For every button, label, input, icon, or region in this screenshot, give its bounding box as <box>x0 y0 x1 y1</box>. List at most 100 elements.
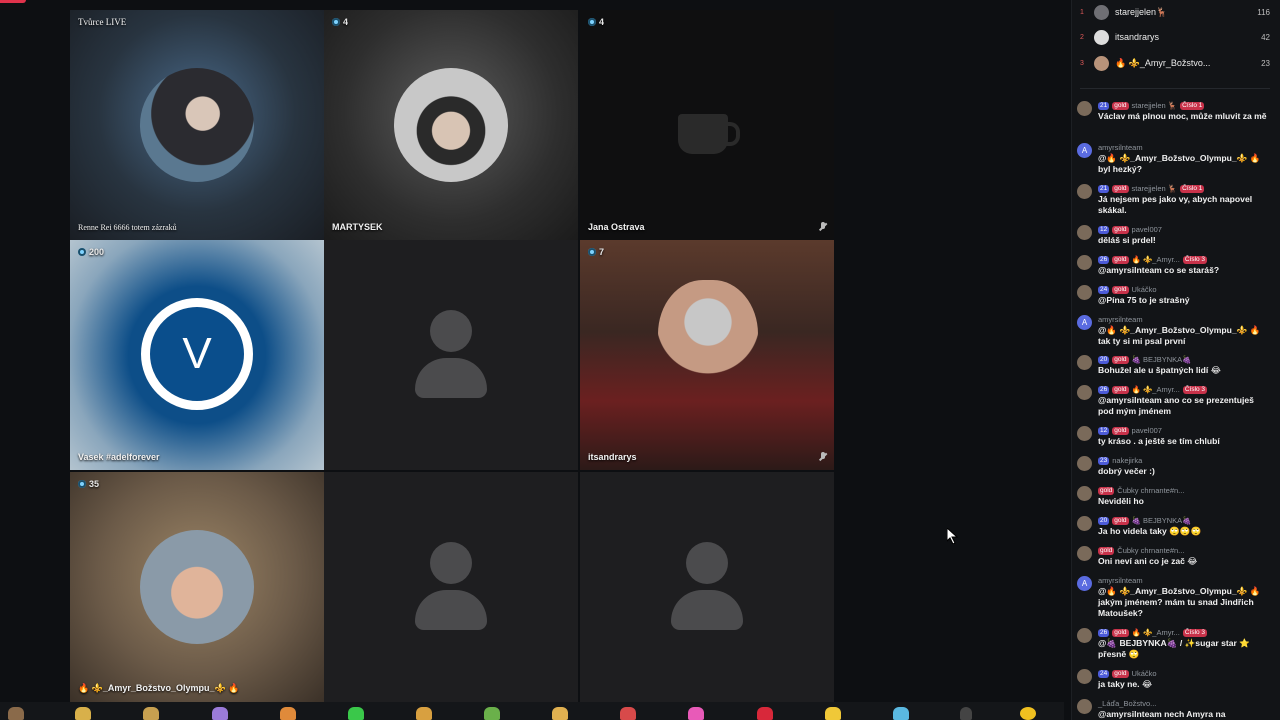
avatar[interactable] <box>1077 546 1092 561</box>
video-tile-martysek[interactable]: 4 MARTYSEK <box>324 10 578 240</box>
chevron-up-icon[interactable] <box>960 707 972 720</box>
avatar[interactable] <box>1077 255 1092 270</box>
video-tile-host[interactable]: Tvůrce LIVE Renne Rei 6666 totem zázraků <box>70 10 324 240</box>
video-tile-jana[interactable]: 4 Jana Ostrava <box>580 10 834 240</box>
gift-icon[interactable] <box>484 707 500 720</box>
avatar <box>1094 29 1109 45</box>
avatar[interactable] <box>1077 426 1092 441</box>
chat-username[interactable]: pavel007 <box>1132 425 1162 436</box>
viewers-icon <box>78 248 86 256</box>
avatar[interactable]: A <box>1077 143 1092 158</box>
gold-badge: gold <box>1112 426 1129 435</box>
avatar[interactable] <box>1077 516 1092 531</box>
video-tile-amyr[interactable]: 35 🔥 ⚜️_Amyr_Božstvo_Olympu_⚜️ 🔥 <box>70 472 324 702</box>
host-avatar <box>140 68 254 182</box>
gift-icon[interactable] <box>825 707 841 720</box>
chat-username[interactable]: starejjelen 🦌 <box>1132 100 1178 111</box>
chat-panel: 1 starejjelen🦌 116 2 itsandrarys 42 3 🔥 … <box>1071 0 1280 720</box>
chat-username[interactable]: starejjelen 🦌 <box>1132 183 1178 194</box>
gift-icon[interactable] <box>688 707 704 720</box>
leaderboard-row[interactable]: 2 itsandrarys 42 <box>1080 27 1270 47</box>
chat-username[interactable]: 🔥 ⚜️_Amyr... <box>1132 384 1180 395</box>
level-badge: 23 <box>1098 456 1110 465</box>
message-header: gold Čubky chrnante#n... <box>1098 485 1184 496</box>
avatar[interactable] <box>1077 101 1092 116</box>
chat-text: @🔥 ⚜️_Amyr_Božstvo_Olympu_⚜️ 🔥 byl hezký… <box>1098 153 1261 174</box>
gift-icon[interactable] <box>212 707 228 720</box>
gold-badge: gold <box>1112 669 1129 678</box>
chat-username[interactable]: pavel007 <box>1132 224 1162 235</box>
avatar[interactable] <box>1077 699 1092 714</box>
message-header: amyrsilnteam <box>1098 575 1143 586</box>
video-tile-empty[interactable] <box>324 240 578 470</box>
gift-icon[interactable] <box>75 707 91 720</box>
chat-username[interactable]: Čubky chrnante#n... <box>1117 485 1184 496</box>
gold-badge: gold <box>1098 486 1115 495</box>
chat-username[interactable]: 🍇 BEJBYNKA🍇 <box>1132 515 1192 526</box>
level-badge: 12 <box>1098 225 1110 234</box>
live-creator-label: Tvůrce LIVE <box>78 17 127 27</box>
level-badge: 20 <box>1098 516 1110 525</box>
message-header: 24 gold Ukáčko <box>1098 284 1157 295</box>
gift-icon[interactable] <box>348 707 364 720</box>
chat-username[interactable]: 🔥 ⚜️_Amyr... <box>1132 627 1180 638</box>
gold-badge: gold <box>1112 355 1129 364</box>
chat-username[interactable]: Ukáčko <box>1132 668 1157 679</box>
user-placeholder-icon <box>686 542 728 584</box>
avatar[interactable]: A <box>1077 576 1092 591</box>
leaderboard-row[interactable]: 1 starejjelen🦌 116 <box>1080 2 1270 22</box>
gift-icon[interactable] <box>416 707 432 720</box>
rank-badge: Číslo 1 <box>1180 101 1205 110</box>
gift-icon[interactable] <box>552 707 568 720</box>
chat-text: dobrý večer :) <box>1098 466 1155 476</box>
user-placeholder-icon <box>430 310 472 352</box>
video-tile-empty[interactable] <box>580 472 834 702</box>
level-badge: 24 <box>1098 669 1110 678</box>
video-tile-itsandrarys[interactable]: 7 itsandrarys <box>580 240 834 470</box>
level-badge: 26 <box>1098 628 1110 637</box>
gift-icon[interactable] <box>893 707 909 720</box>
chat-username[interactable]: amyrsilnteam <box>1098 314 1143 325</box>
chat-username[interactable]: Ukáčko <box>1132 284 1157 295</box>
chat-username[interactable]: nakejirka <box>1112 455 1142 466</box>
coin-icon[interactable] <box>1020 707 1036 720</box>
avatar[interactable] <box>1077 456 1092 471</box>
avatar[interactable] <box>1077 225 1092 240</box>
level-badge: 24 <box>1098 285 1110 294</box>
coffee-cup-icon <box>678 114 740 154</box>
avatar[interactable] <box>1077 628 1092 643</box>
avatar[interactable]: A <box>1077 315 1092 330</box>
chat-username[interactable]: Čubky chrnante#n... <box>1117 545 1184 556</box>
video-tile-empty[interactable] <box>324 472 578 702</box>
avatar[interactable] <box>1077 385 1092 400</box>
gift-icon[interactable] <box>620 707 636 720</box>
avatar <box>1094 55 1109 71</box>
video-tile-vasek[interactable]: V 200 Vasek #adelforever <box>70 240 324 470</box>
chat-username[interactable]: amyrsilnteam <box>1098 142 1143 153</box>
participant-avatar: V <box>141 298 253 410</box>
gift-icon[interactable] <box>757 707 773 720</box>
gift-icon[interactable] <box>280 707 296 720</box>
chat-username[interactable]: amyrsilnteam <box>1098 575 1143 586</box>
participant-avatar <box>140 530 254 644</box>
avatar[interactable] <box>1077 184 1092 199</box>
chat-username[interactable]: _Láďa_Božstvo... <box>1098 698 1156 709</box>
gold-badge: gold <box>1112 385 1129 394</box>
avatar[interactable] <box>1077 355 1092 370</box>
participant-name: Jana Ostrava <box>588 222 645 232</box>
chat-text: Bohužel ale u špatných lidí 😂 <box>1098 365 1221 375</box>
rank-badge: Číslo 3 <box>1182 385 1208 394</box>
leaderboard-row[interactable]: 3 🔥 ⚜️_Amyr_Božstvo... 23 <box>1080 53 1270 73</box>
avatar[interactable] <box>1077 669 1092 684</box>
avatar[interactable] <box>1077 486 1092 501</box>
chat-username[interactable]: 🔥 ⚜️_Amyr... <box>1132 254 1180 265</box>
gold-badge: gold <box>1112 225 1129 234</box>
chat-username[interactable]: 🍇 BEJBYNKA🍇 <box>1132 354 1192 365</box>
avatar[interactable] <box>1077 285 1092 300</box>
message-header: 23 nakejirka <box>1098 455 1142 466</box>
gift-icon[interactable] <box>143 707 159 720</box>
user-placeholder-body <box>415 358 487 398</box>
rank-score: 116 <box>1257 7 1270 17</box>
message-header: amyrsilnteam <box>1098 142 1143 153</box>
gift-icon[interactable] <box>8 707 24 720</box>
